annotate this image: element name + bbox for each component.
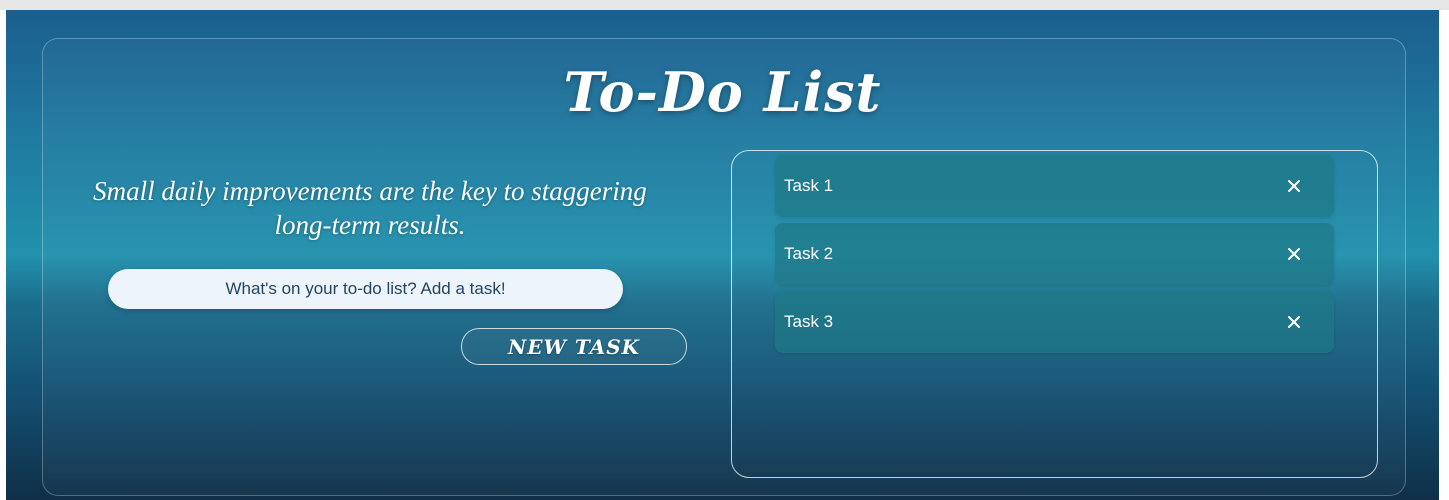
task-list-panel: Task 1 Task 2 Task 3 xyxy=(731,150,1378,478)
task-label: Task 2 xyxy=(784,244,834,263)
todo-app: To-Do List Small daily improvements are … xyxy=(6,10,1439,500)
new-task-button[interactable]: NEW TASK xyxy=(461,328,687,365)
task-item[interactable]: Task 2 xyxy=(775,223,1334,285)
task-item[interactable]: Task 3 xyxy=(775,291,1334,353)
close-icon[interactable] xyxy=(1284,176,1304,196)
browser-top-bar xyxy=(0,0,1449,10)
task-label: Task 3 xyxy=(784,312,834,331)
motivational-quote: Small daily improvements are the key to … xyxy=(93,176,647,240)
close-icon[interactable] xyxy=(1284,312,1304,332)
page-title: To-Do List xyxy=(563,60,882,124)
task-item[interactable]: Task 1 xyxy=(775,155,1334,217)
viewport: To-Do List Small daily improvements are … xyxy=(0,0,1449,500)
close-icon[interactable] xyxy=(1284,244,1304,264)
task-input[interactable] xyxy=(108,269,623,309)
task-label: Task 1 xyxy=(784,176,834,195)
